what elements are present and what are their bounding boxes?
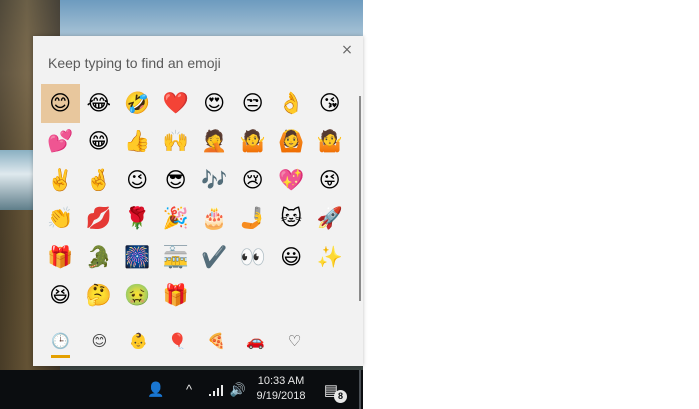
emoji-cell[interactable]: 😊: [41, 84, 80, 123]
emoji-cell[interactable]: 🤷: [234, 123, 273, 162]
emoji-cell[interactable]: 👍: [118, 123, 157, 162]
symbols-icon: ♡: [287, 332, 302, 350]
emoji-cell[interactable]: ✔️: [195, 238, 234, 277]
emoji-cell[interactable]: 🎶: [195, 161, 234, 200]
emoji-cell[interactable]: 🤦: [195, 123, 234, 162]
category-tab-symbols[interactable]: ♡: [275, 324, 314, 358]
recently-used-icon: 🕒: [51, 332, 70, 350]
emoji-cell[interactable]: 😢: [234, 161, 273, 200]
emoji-cell[interactable]: 💖: [272, 161, 311, 200]
emoji-cell[interactable]: 😂: [80, 84, 119, 123]
emoji-cell[interactable]: 👏: [41, 200, 80, 239]
emoji-cell[interactable]: 🎂: [195, 200, 234, 239]
emoji-cell[interactable]: 🎆: [118, 238, 157, 277]
category-tab-recently-used[interactable]: 🕒: [41, 324, 80, 358]
emoji-cell[interactable]: 😆: [41, 277, 80, 316]
wifi-icon: [209, 384, 223, 396]
emoji-cell[interactable]: ❤️: [157, 84, 196, 123]
emoji-cell[interactable]: 😒: [234, 84, 273, 123]
category-tab-transportation-and-places[interactable]: 🚗: [236, 324, 275, 358]
close-icon[interactable]: ×: [339, 42, 355, 58]
emoji-cell[interactable]: 😜: [311, 161, 350, 200]
emoji-cell[interactable]: 🐱: [272, 200, 311, 239]
emoji-cell[interactable]: ✌️: [41, 161, 80, 200]
volume-icon[interactable]: 🔊: [228, 370, 248, 409]
network-icon[interactable]: [204, 370, 228, 409]
people-icon: 👶: [129, 332, 148, 350]
emoji-cell[interactable]: 🤣: [118, 84, 157, 123]
emoji-cell[interactable]: 🤔: [80, 277, 119, 316]
emoji-cell[interactable]: 🙌: [157, 123, 196, 162]
emoji-cell[interactable]: 👌: [272, 84, 311, 123]
emoji-cell[interactable]: 🤷: [311, 123, 350, 162]
smileys-and-animals-icon: 😊: [91, 332, 108, 350]
emoji-cell[interactable]: 😍: [195, 84, 234, 123]
emoji-cell[interactable]: 🎁: [157, 277, 196, 316]
emoji-cell[interactable]: 🎁: [41, 238, 80, 277]
emoji-grid: 😊 😂 🤣 ❤️ 😍 😒 👌 😘 💕 😁 👍 🙌 🤦 🤷 🙆 🤷 ✌️ 🤞 😉 😎 🎶 😢 💖 😜 👏 💋 🌹 🎉 🎂 🤳 🐱 🚀 🎁 🐊 🎆 🚋 ✔️…: [41, 84, 353, 315]
show-desktop-divider[interactable]: [359, 370, 361, 409]
emoji-cell[interactable]: 😘: [311, 84, 350, 123]
emoji-cell[interactable]: 🤢: [118, 277, 157, 316]
category-tab-celebrations-and-objects[interactable]: 🎈: [158, 324, 197, 358]
emoji-picker-panel: × Keep typing to find an emoji 😊 😂 🤣 ❤️ 😍 😒 👌 😘…: [33, 36, 363, 366]
scrollbar[interactable]: [359, 96, 361, 301]
transportation-and-places-icon: 🚗: [246, 332, 265, 350]
category-tab-people[interactable]: 👶: [119, 324, 158, 358]
emoji-cell[interactable]: 🚀: [311, 200, 350, 239]
emoji-cell[interactable]: 😎: [157, 161, 196, 200]
emoji-cell[interactable]: 🤳: [234, 200, 273, 239]
emoji-cell[interactable]: 😁: [80, 123, 119, 162]
emoji-cell[interactable]: 🎉: [157, 200, 196, 239]
emoji-cell[interactable]: 🙆: [272, 123, 311, 162]
category-tab-smileys-and-animals[interactable]: 😊: [80, 324, 119, 358]
emoji-cell[interactable]: 💋: [80, 200, 119, 239]
emoji-cell[interactable]: 🐊: [80, 238, 119, 277]
clock-time: 10:33 AM: [257, 375, 305, 387]
emoji-cell[interactable]: 👀: [234, 238, 273, 277]
emoji-cell[interactable]: 😉: [118, 161, 157, 200]
emoji-category-bar: 🕒 😊 👶 🎈 🍕 🚗 ♡: [41, 324, 321, 358]
category-tab-food-and-plants[interactable]: 🍕: [197, 324, 236, 358]
taskbar-clock[interactable]: 10:33 AM 9/19/2018: [248, 374, 314, 404]
emoji-cell[interactable]: 😃: [272, 238, 311, 277]
emoji-cell[interactable]: 🤞: [80, 161, 119, 200]
food-and-plants-icon: 🍕: [207, 332, 226, 350]
emoji-cell[interactable]: 🌹: [118, 200, 157, 239]
people-icon[interactable]: 👤: [142, 370, 170, 409]
notification-count-badge: 8: [334, 390, 347, 403]
clock-date: 9/19/2018: [256, 390, 306, 402]
show-hidden-icons-chevron-icon[interactable]: ^: [178, 370, 200, 409]
emoji-search-hint: Keep typing to find an emoji: [48, 55, 221, 71]
celebrations-and-objects-icon: 🎈: [168, 332, 187, 350]
emoji-cell[interactable]: 💕: [41, 123, 80, 162]
emoji-cell[interactable]: 🚋: [157, 238, 196, 277]
emoji-cell[interactable]: ✨: [311, 238, 350, 277]
taskbar: 👤 ^ 🔊 10:33 AM 9/19/2018 ▤ 8: [0, 370, 363, 409]
